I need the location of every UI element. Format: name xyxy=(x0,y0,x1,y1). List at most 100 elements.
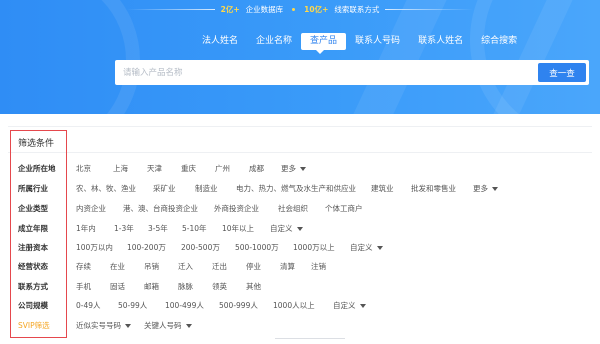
caret-down-icon xyxy=(376,245,383,250)
caret-down-icon xyxy=(300,166,306,171)
tagline-divider xyxy=(126,8,215,10)
tab-contact-number[interactable]: 联系人号码 xyxy=(346,33,409,50)
filter-option[interactable]: 500-1000万 xyxy=(235,242,293,253)
filter-custom-dropdown[interactable]: 自定义 xyxy=(333,300,366,311)
filter-option[interactable]: 500-999人 xyxy=(219,300,273,311)
caret-down-icon xyxy=(125,323,131,328)
filter-option[interactable]: 脉脉 xyxy=(178,281,212,292)
filter-option[interactable]: 其他 xyxy=(246,281,261,292)
filter-svip-dropdown[interactable]: 近似实号号码 xyxy=(76,320,144,331)
search-button[interactable]: 查一查 xyxy=(538,63,586,82)
filter-option[interactable]: 1000万以上 xyxy=(293,242,350,253)
filter-option[interactable]: 农、林、牧、渔业 xyxy=(76,183,153,194)
filter-svip-dropdown[interactable]: 关键人号码 xyxy=(144,320,192,331)
filter-option[interactable]: 采矿业 xyxy=(153,183,195,194)
search-box: 查一查 xyxy=(115,60,589,85)
filter-row-svip: SVIP筛选 近似实号号码 关键人号码 xyxy=(18,315,192,335)
filter-option[interactable]: 社会组织 xyxy=(278,203,325,214)
filter-option[interactable]: 清算 xyxy=(280,261,311,272)
caret-down-icon xyxy=(296,226,303,231)
filter-option[interactable]: 邮箱 xyxy=(144,281,178,292)
banner-tagline: 2亿+ 企业数据库 10亿+ 线索联系方式 xyxy=(0,2,600,16)
caret-down-icon xyxy=(185,323,192,328)
filter-more-dropdown[interactable]: 更多 xyxy=(473,183,498,194)
filter-option[interactable]: 北京 xyxy=(76,163,113,174)
tab-contact-name[interactable]: 联系人姓名 xyxy=(409,33,472,50)
filter-option[interactable]: 建筑业 xyxy=(371,183,411,194)
filter-option[interactable]: 批发和零售业 xyxy=(411,183,473,194)
filter-option[interactable]: 天津 xyxy=(147,163,181,174)
filter-row-business-status: 经营状态 存续 在业 吊销 迁入 迁出 停业 清算 注销 xyxy=(18,256,326,276)
tab-product[interactable]: 查产品 xyxy=(301,33,347,50)
filter-option[interactable]: 5-10年 xyxy=(182,223,222,234)
filter-option[interactable]: 50-99人 xyxy=(118,300,165,311)
caret-down-icon xyxy=(359,303,366,308)
filter-custom-label: 自定义 xyxy=(350,242,373,252)
filter-label-company-type: 企业类型 xyxy=(18,203,48,213)
tagline-text-1: 企业数据库 xyxy=(245,4,284,14)
active-tab-pointer-icon xyxy=(316,50,324,54)
filter-option[interactable]: 迁出 xyxy=(212,261,246,272)
filter-custom-dropdown[interactable]: 自定义 xyxy=(270,223,303,234)
filter-option[interactable]: 存续 xyxy=(76,261,110,272)
filter-more-label: 更多 xyxy=(281,163,296,173)
filter-option[interactable]: 吊销 xyxy=(144,261,178,272)
filter-option[interactable]: 100-200万 xyxy=(127,242,181,253)
filter-option[interactable]: 领英 xyxy=(212,281,246,292)
filter-option[interactable]: 1-3年 xyxy=(114,223,148,234)
filter-option[interactable]: 重庆 xyxy=(181,163,215,174)
caret-down-icon xyxy=(492,186,498,191)
tab-comprehensive-search[interactable]: 综合搜索 xyxy=(472,33,526,50)
filter-row-location: 企业所在地 北京 上海 天津 重庆 广州 成都 更多 xyxy=(18,158,306,178)
filter-option[interactable]: 3-5年 xyxy=(148,223,182,234)
filter-option[interactable]: 100-499人 xyxy=(165,300,219,311)
filter-option[interactable]: 外商投资企业 xyxy=(214,203,278,214)
tagline-dot xyxy=(292,7,296,11)
filter-option[interactable]: 注销 xyxy=(311,261,326,272)
filter-option[interactable]: 成都 xyxy=(249,163,281,174)
filter-custom-dropdown[interactable]: 自定义 xyxy=(350,242,383,253)
filter-label-location: 企业所在地 xyxy=(18,163,56,173)
tab-legal-person-name[interactable]: 法人姓名 xyxy=(193,33,247,50)
tab-company-name[interactable]: 企业名称 xyxy=(247,33,301,50)
filter-option[interactable]: 电力、热力、燃气及水生产和供应业 xyxy=(236,183,371,194)
filter-more-dropdown[interactable]: 更多 xyxy=(281,163,306,174)
tagline-highlight-1: 2亿+ xyxy=(220,4,240,14)
filter-option[interactable]: 1年内 xyxy=(76,223,114,234)
filter-option[interactable]: 个体工商户 xyxy=(325,203,363,214)
filter-option[interactable]: 港、澳、台商投资企业 xyxy=(123,203,214,214)
filter-label-registered-capital: 注册资本 xyxy=(18,242,48,252)
tagline-text-2: 线索联系方式 xyxy=(334,4,380,14)
filter-option[interactable]: 制造业 xyxy=(195,183,236,194)
filter-label-company-size: 公司规模 xyxy=(18,300,48,310)
banner-decoration xyxy=(0,0,140,114)
filter-option[interactable]: 迁入 xyxy=(178,261,212,272)
filter-option[interactable]: 固话 xyxy=(110,281,144,292)
product-search-input[interactable] xyxy=(123,60,523,85)
filter-option[interactable]: 10年以上 xyxy=(222,223,270,234)
filter-option[interactable]: 100万以内 xyxy=(76,242,127,253)
filter-option[interactable]: 1000人以上 xyxy=(273,300,333,311)
filter-option[interactable]: 0-49人 xyxy=(76,300,118,311)
filter-option[interactable]: 手机 xyxy=(76,281,110,292)
filter-option[interactable]: 200-500万 xyxy=(181,242,235,253)
divider xyxy=(8,152,592,153)
banner-decoration xyxy=(353,0,447,114)
filter-option[interactable]: 广州 xyxy=(215,163,249,174)
filter-option[interactable]: 停业 xyxy=(246,261,280,272)
filter-label-svip: SVIP筛选 xyxy=(18,320,50,330)
filter-custom-label: 自定义 xyxy=(333,300,356,310)
search-type-tabs: 法人姓名 企业名称 查产品 联系人号码 联系人姓名 综合搜索 xyxy=(193,33,526,50)
tagline-highlight-2: 10亿+ xyxy=(304,4,329,14)
filter-option[interactable]: 上海 xyxy=(113,163,147,174)
filter-svip-label: 关键人号码 xyxy=(144,320,182,330)
search-banner: 2亿+ 企业数据库 10亿+ 线索联系方式 法人姓名 企业名称 查产品 联系人号码 … xyxy=(0,0,600,114)
filter-row-industry: 所属行业 农、林、牧、渔业 采矿业 制造业 电力、热力、燃气及水生产和供应业 建… xyxy=(18,178,498,198)
filter-label-contact-method: 联系方式 xyxy=(18,281,48,291)
filter-option[interactable]: 在业 xyxy=(110,261,144,272)
tagline-divider xyxy=(385,8,474,10)
filter-row-registered-capital: 注册资本 100万以内 100-200万 200-500万 500-1000万 … xyxy=(18,237,383,257)
filter-panel-title: 筛选条件 xyxy=(18,139,55,149)
filter-option[interactable]: 内资企业 xyxy=(76,203,123,214)
filter-label-business-status: 经营状态 xyxy=(18,261,48,271)
